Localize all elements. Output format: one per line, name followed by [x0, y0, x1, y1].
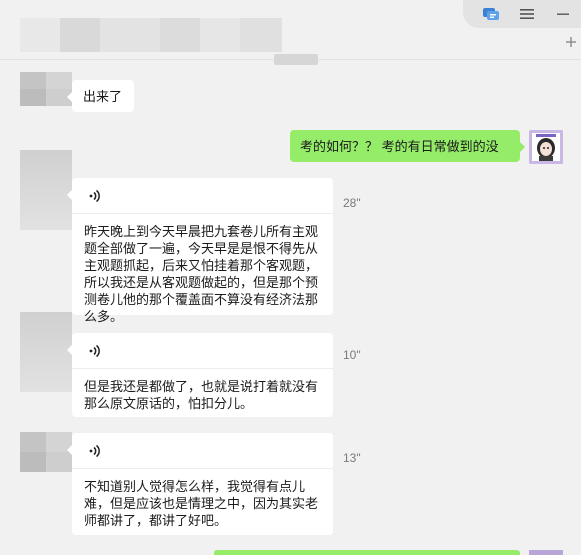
voice-duration: 10" [343, 348, 361, 362]
message-text: 考的如何？？ 考的有日常做到的没 [300, 139, 499, 154]
message-bubble-received[interactable]: 出来了 [67, 80, 134, 112]
chat-title-blurred [20, 18, 282, 52]
voice-transcript: 昨天晚上到今天早晨把九套卷儿所有主观题全部做了一遍，今天早是是恨不得先从主观题抓… [84, 224, 319, 324]
voice-message-bubble[interactable]: 不知道别人觉得怎么样，我觉得有点儿难，但是应该也是情理之中，因为其实老师都讲了，… [67, 433, 333, 535]
voice-duration: 28" [343, 196, 361, 210]
window-controls [463, 0, 581, 28]
message-bubble-sent[interactable]: 考的如何？？ 考的有日常做到的没 [290, 130, 525, 162]
avatar[interactable] [20, 432, 72, 472]
chat-bubbles-icon[interactable] [480, 3, 502, 25]
voice-play-row[interactable] [72, 433, 333, 469]
message-bubble-sent-partial[interactable] [214, 550, 520, 555]
voice-play-row[interactable] [72, 333, 333, 369]
my-avatar-partial[interactable] [529, 550, 563, 555]
voice-play-row[interactable] [72, 178, 333, 214]
chat-header [0, 0, 581, 60]
hamburger-menu-icon[interactable] [516, 3, 538, 25]
voice-message-bubble[interactable]: 昨天晚上到今天早晨把九套卷儿所有主观题全部做了一遍，今天早是是恨不得先从主观题抓… [67, 178, 333, 324]
avatar[interactable] [20, 312, 72, 392]
voice-transcript: 但是我还是都做了，也就是说打着就没有那么原文原话的，怕扣分儿。 [84, 379, 319, 411]
timestamp-blurred [274, 54, 318, 65]
voice-wave-icon [89, 344, 100, 357]
voice-wave-icon [89, 189, 100, 202]
message-text: 出来了 [83, 89, 123, 104]
my-avatar[interactable] [529, 130, 563, 164]
avatar[interactable] [20, 150, 72, 230]
pin-icon[interactable] [565, 36, 579, 50]
voice-wave-icon [89, 444, 100, 457]
minimize-icon[interactable] [552, 3, 574, 25]
voice-transcript: 不知道别人觉得怎么样，我觉得有点儿难，但是应该也是情理之中，因为其实老师都讲了，… [84, 479, 319, 528]
avatar[interactable] [20, 72, 72, 106]
voice-duration: 13" [343, 451, 361, 465]
voice-message-bubble[interactable]: 但是我还是都做了，也就是说打着就没有那么原文原话的，怕扣分儿。 [67, 333, 333, 417]
